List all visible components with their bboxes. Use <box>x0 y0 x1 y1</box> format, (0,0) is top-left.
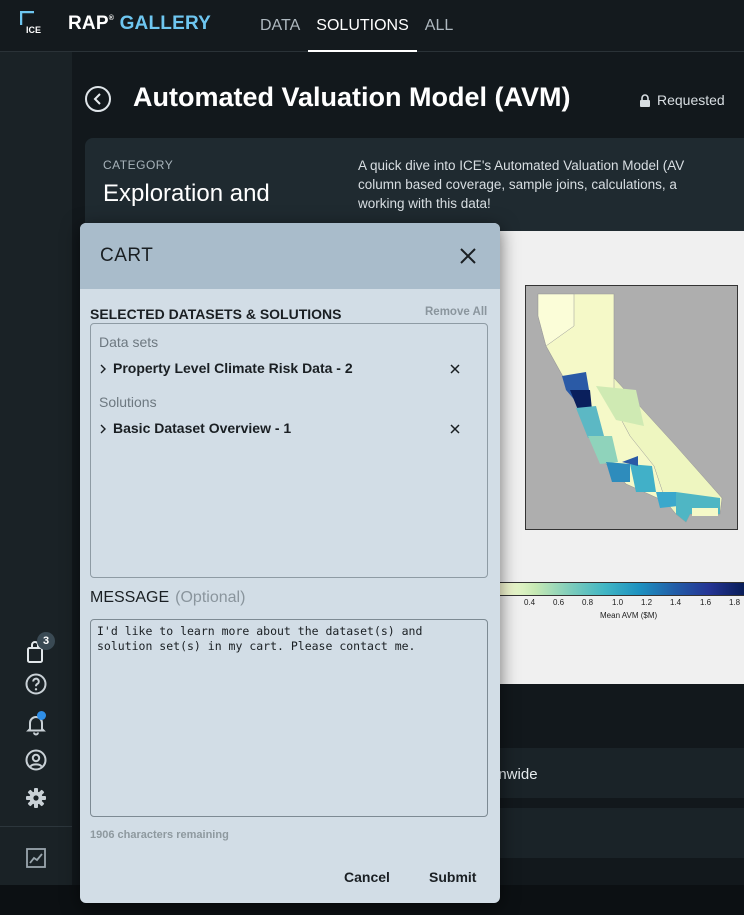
brand-trademark: ® <box>108 15 115 22</box>
solution-description: A quick dive into ICE's Automated Valuat… <box>358 158 685 211</box>
cart-item-dataset[interactable]: Property Level Climate Risk Data - 2 <box>99 360 479 380</box>
colorbar-tick: 1.0 <box>612 598 624 607</box>
account-icon <box>25 749 47 771</box>
chevron-right-icon[interactable] <box>99 423 107 435</box>
datasets-group-label: Data sets <box>99 334 159 350</box>
main-nav: DATA SOLUTIONS ALL <box>252 0 461 52</box>
help-button[interactable] <box>24 672 48 696</box>
chart-icon <box>26 848 46 868</box>
account-button[interactable] <box>24 748 48 772</box>
colorbar-ticks: 0.4 0.6 0.8 1.0 1.2 1.4 1.6 1.8 <box>500 598 744 610</box>
avm-map-image: 0.4 0.6 0.8 1.0 1.2 1.4 1.6 1.8 Mean AVM… <box>500 231 744 684</box>
top-bar: ICE RAP® GALLERY DATA SOLUTIONS ALL <box>0 0 744 52</box>
brand-rap: RAP <box>68 13 109 34</box>
notification-dot <box>37 711 46 720</box>
nav-data[interactable]: DATA <box>252 0 308 51</box>
cart-count-badge: 3 <box>37 632 55 650</box>
nav-solutions[interactable]: SOLUTIONS <box>308 0 418 52</box>
cart-title: CART <box>100 245 154 266</box>
back-button[interactable] <box>85 86 111 112</box>
cart-item-solution[interactable]: Basic Dataset Overview - 1 <box>99 420 479 440</box>
colorbar-tick: 1.4 <box>670 598 682 607</box>
page-header: Automated Valuation Model (AVM) Requeste… <box>85 82 744 122</box>
colorbar-tick: 1.8 <box>729 598 741 607</box>
cart-items-list: Data sets Property Level Climate Risk Da… <box>90 323 488 578</box>
remove-item-icon[interactable] <box>449 363 461 375</box>
analytics-button[interactable] <box>24 846 48 870</box>
nav-all[interactable]: ALL <box>417 0 461 51</box>
chevron-left-icon <box>93 93 101 105</box>
cart-item-name: Basic Dataset Overview - 1 <box>113 420 292 436</box>
sidebar-divider <box>0 826 72 827</box>
selected-items-title: SELECTED DATASETS & SOLUTIONS <box>90 306 342 322</box>
colorbar-tick: 0.6 <box>553 598 565 607</box>
colorbar-label: Mean AVM ($M) <box>600 611 658 620</box>
help-icon <box>25 673 47 695</box>
map-frame <box>525 285 738 530</box>
map-colorbar <box>500 582 744 596</box>
message-label-text: MESSAGE <box>90 589 170 606</box>
close-cart-button[interactable] <box>457 245 479 267</box>
submit-button[interactable]: Submit <box>429 869 476 885</box>
category-label: CATEGORY <box>103 158 174 172</box>
remove-item-icon[interactable] <box>449 423 461 435</box>
cancel-button[interactable]: Cancel <box>344 869 390 885</box>
category-value: Exploration and <box>103 180 270 207</box>
solutions-group-label: Solutions <box>99 394 157 410</box>
message-label: MESSAGE (Optional) <box>90 589 245 607</box>
cart-header: CART <box>80 223 500 289</box>
lock-icon <box>640 94 650 107</box>
colorbar-tick: 0.8 <box>582 598 594 607</box>
settings-icon <box>26 788 46 808</box>
brand-title[interactable]: RAP® GALLERY <box>68 13 211 35</box>
ice-logo-icon: ICE <box>19 10 41 35</box>
requested-label: Requested <box>657 92 725 108</box>
colorbar-tick: 1.6 <box>700 598 712 607</box>
requested-status: Requested <box>639 92 725 108</box>
message-textarea[interactable]: I'd like to learn more about the dataset… <box>90 619 488 817</box>
colorbar-tick: 0.4 <box>524 598 536 607</box>
cart-item-name: Property Level Climate Risk Data - 2 <box>113 360 353 376</box>
california-map <box>537 293 723 523</box>
settings-button[interactable] <box>24 786 48 810</box>
message-optional-label: (Optional) <box>175 589 246 606</box>
ice-logo[interactable]: ICE <box>19 10 44 35</box>
page-title: Automated Valuation Model (AVM) <box>133 82 571 112</box>
logo-text: ICE <box>26 25 41 35</box>
close-icon <box>460 248 476 264</box>
brand-gallery: GALLERY <box>119 13 212 34</box>
cart-panel: CART SELECTED DATASETS & SOLUTIONS Remov… <box>80 223 500 903</box>
chevron-right-icon[interactable] <box>99 363 107 375</box>
remove-all-button[interactable]: Remove All <box>425 306 487 318</box>
characters-remaining: 1906 characters remaining <box>90 829 229 841</box>
colorbar-tick: 1.2 <box>641 598 653 607</box>
